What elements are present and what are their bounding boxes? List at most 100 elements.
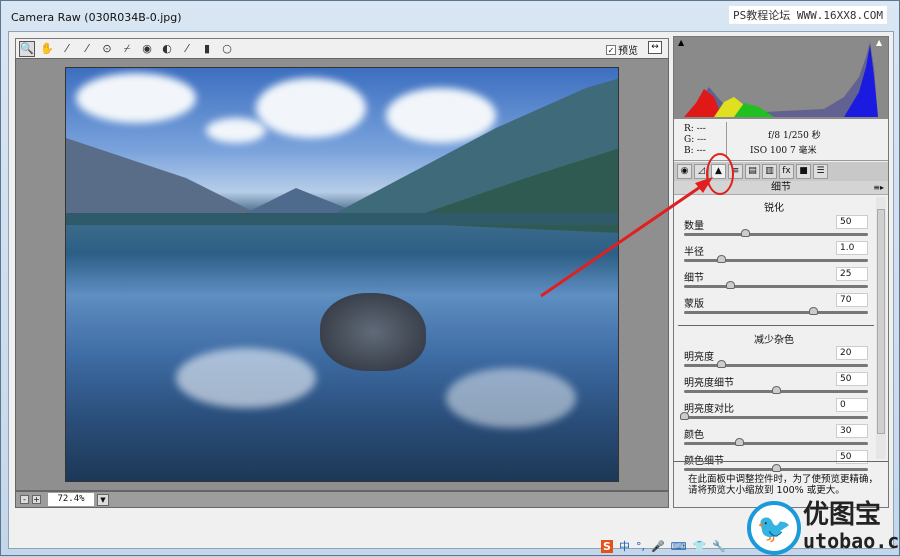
gradient-icon[interactable]: ▮ (199, 41, 215, 57)
slider-value-field[interactable]: 50 (836, 215, 868, 229)
slider-row: 颜色 30 (684, 424, 868, 450)
preview-label: 预览 (618, 46, 638, 57)
slider-value-field[interactable]: 50 (836, 372, 868, 386)
tab-presets-icon[interactable]: ☰ (813, 164, 828, 179)
toolbar: 🔍 ✋ ⁄ ⁄ ⊙ ⌿ ◉ ◐ ⁄ ▮ ○ (15, 38, 669, 58)
scroll-thumb[interactable] (877, 209, 885, 434)
zoom-level-field[interactable]: 72.4% (48, 493, 94, 506)
slider-track[interactable] (680, 412, 868, 420)
camera-raw-window: Camera Raw (030R034B-0.jpg) PS教程论坛 WWW.1… (0, 0, 900, 556)
slider-row: 明亮度 20 (684, 346, 868, 372)
tab-detail-icon[interactable]: ▲ (711, 164, 726, 179)
slider-thumb[interactable] (716, 255, 726, 263)
panel-scrollbar[interactable] (876, 197, 886, 459)
panel-menu-icon[interactable]: ≡▸ (873, 181, 884, 195)
slider-row: 细节 25 (684, 267, 868, 293)
white-balance-icon[interactable]: ⁄ (59, 41, 75, 57)
red-eye-icon[interactable]: ◐ (159, 41, 175, 57)
slider-track[interactable] (684, 360, 868, 368)
sharpen-title: 锐化 (764, 203, 784, 214)
noise-title: 减少杂色 (754, 335, 794, 346)
settings-wrench-icon[interactable]: 🔧 (712, 540, 726, 553)
histogram: ▲ ▲ (674, 37, 888, 119)
zoom-icon[interactable]: 🔍 (19, 40, 35, 57)
panel-header: 细节 ≡▸ (674, 181, 888, 195)
tab-hsl-icon[interactable]: ≡ (728, 164, 743, 179)
slider-value-field[interactable]: 1.0 (836, 241, 868, 255)
bird-logo-icon: 🐦 (747, 501, 801, 555)
preview-area[interactable] (15, 58, 669, 491)
utobao-logo: 🐦 优图宝utobao.com (747, 501, 900, 555)
slider-track[interactable] (684, 307, 868, 315)
slider-track[interactable] (684, 281, 868, 289)
slider-label: 半径 (684, 247, 704, 258)
slider-thumb[interactable] (680, 412, 689, 420)
zoom-in-button[interactable]: + (32, 495, 41, 504)
punct-icon[interactable]: °, (636, 540, 645, 553)
system-tray: S 中 °, 🎤 ⌨ 👕 🔧 (601, 538, 726, 554)
slider-thumb[interactable] (808, 307, 818, 315)
slider-value-field[interactable]: 30 (836, 424, 868, 438)
fullscreen-button[interactable]: ↔ (648, 41, 662, 54)
watermark: PS教程论坛 WWW.16XX8.COM (729, 6, 887, 24)
slider-label: 数量 (684, 221, 704, 232)
slider-value-field[interactable]: 25 (836, 267, 868, 281)
tab-basic-icon[interactable]: ◉ (677, 164, 692, 179)
slider-row: 蒙版 70 (684, 293, 868, 319)
hand-icon[interactable]: ✋ (39, 41, 55, 57)
keyboard-icon[interactable]: ⌨ (671, 540, 687, 553)
slider-value-field[interactable]: 20 (836, 346, 868, 360)
lang-indicator[interactable]: 中 (619, 538, 630, 554)
panel-tabs: ◉ ◿ ▲ ≡ ▤ ▥ fx ■ ☰ (674, 162, 888, 181)
slider-thumb[interactable] (716, 360, 726, 368)
zoom-dropdown-icon[interactable]: ▼ (97, 493, 109, 506)
slider-label: 颜色细节 (684, 456, 724, 467)
brush-icon[interactable]: ⁄ (179, 41, 195, 57)
slider-label: 细节 (684, 273, 704, 284)
preview-checkbox[interactable]: ✓ 预览 (606, 42, 638, 57)
tab-split-toning-icon[interactable]: ▤ (745, 164, 760, 179)
g-readout: G: --- (684, 135, 707, 145)
color-sampler-icon[interactable]: ⁄ (79, 41, 95, 57)
mic-icon[interactable]: 🎤 (651, 540, 665, 553)
slider-label: 蒙版 (684, 299, 704, 310)
window-title: Camera Raw (030R034B-0.jpg) (11, 11, 182, 24)
slider-row: 数量 50 (684, 215, 868, 241)
slider-thumb[interactable] (740, 229, 750, 237)
straighten-icon[interactable]: ◉ (139, 41, 155, 57)
radial-icon[interactable]: ○ (219, 41, 235, 57)
slider-row: 明亮度对比 0 (680, 398, 868, 424)
adjust-panel: ▲ ▲ R: --- G: --- B: --- f/8 1/250 秒 ISO 1… (673, 36, 889, 508)
ime-icon[interactable]: S (601, 539, 613, 553)
skin-icon[interactable]: 👕 (693, 540, 707, 553)
shadow-clip-icon: ▲ (678, 38, 685, 47)
tab-effects-icon[interactable]: fx (779, 164, 794, 179)
slider-thumb[interactable] (726, 281, 735, 289)
tab-lens-icon[interactable]: ▥ (762, 164, 777, 179)
hint-text: 在此面板中调整控件时，为了使预览更精确，请将预览大小缩放到 100% 或更大。 (688, 474, 879, 496)
logo-line1: 优图宝 (803, 500, 882, 530)
slider-thumb[interactable] (735, 438, 745, 446)
exposure-info: f/8 1/250 秒 (768, 131, 821, 141)
zoom-bar: - + 72.4% ▼ (15, 491, 669, 508)
slider-value-field[interactable]: 70 (836, 293, 868, 307)
slider-track[interactable] (684, 255, 868, 263)
slider-value-field[interactable]: 0 (836, 398, 868, 412)
targeted-adjust-icon[interactable]: ⊙ (99, 41, 115, 57)
photo-preview (65, 67, 619, 482)
b-readout: B: --- (684, 146, 706, 156)
zoom-out-button[interactable]: - (20, 495, 29, 504)
slider-thumb[interactable] (772, 464, 781, 472)
slider-track[interactable] (684, 464, 868, 472)
tab-camera-calibration-icon[interactable]: ■ (796, 164, 811, 179)
checkbox-icon[interactable]: ✓ (606, 44, 616, 55)
slider-row: 半径 1.0 (684, 241, 868, 267)
slider-track[interactable] (684, 386, 868, 394)
slider-thumb[interactable] (772, 386, 781, 394)
slider-track[interactable] (684, 229, 868, 237)
tab-tone-curve-icon[interactable]: ◿ (694, 164, 709, 179)
rock (320, 293, 426, 371)
highlight-clip-icon: ▲ (876, 38, 883, 47)
crop-icon[interactable]: ⌿ (119, 41, 135, 57)
slider-track[interactable] (684, 438, 868, 446)
